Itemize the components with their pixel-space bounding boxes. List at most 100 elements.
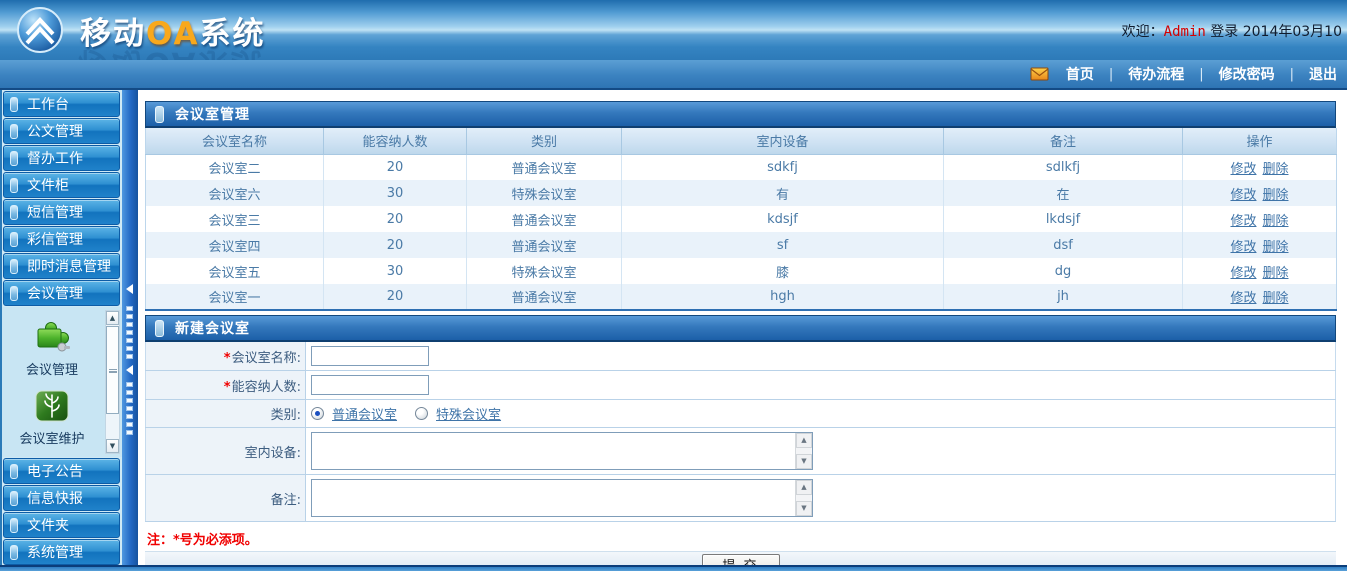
nav-change-password[interactable]: 修改密码 [1219, 64, 1275, 84]
sidebar-item-file-cabinet[interactable]: 文件柜 [3, 172, 120, 198]
cell-room-name: 会议室二 [146, 154, 324, 180]
top-nav: 首页 | 待办流程 | 修改密码 | 退出 [0, 60, 1347, 90]
cell-capacity: 20 [324, 232, 467, 258]
remark-textarea[interactable] [312, 480, 795, 516]
login-date: 2014年03月10 [1243, 24, 1342, 40]
col-equipment: 室内设备 [622, 128, 944, 154]
submenu-scrollbar[interactable]: ▲ ▼ [105, 310, 120, 454]
table-row: 会议室四 20 普通会议室 sf dsf 修改删除 [146, 232, 1337, 258]
sidebar-item-info-bulletin[interactable]: 信息快报 [3, 485, 120, 511]
submenu-item-room-maintenance[interactable]: 会议室维护 [2, 378, 102, 447]
sidebar-item-e-announcement[interactable]: 电子公告 [3, 458, 120, 484]
scroll-down-icon[interactable]: ▼ [796, 501, 812, 516]
sidebar-item-label: 公文管理 [27, 121, 83, 141]
delete-link[interactable]: 删除 [1263, 240, 1289, 255]
bullet-icon [10, 518, 18, 533]
new-room-form: *会议室名称: *能容纳人数: 类别: [145, 342, 1336, 522]
edit-link[interactable]: 修改 [1230, 240, 1256, 255]
cell-equipment: sdkfj [622, 154, 944, 180]
sidebar-submenu: 会议管理 [2, 307, 122, 457]
puzzle-icon [32, 338, 72, 357]
bullet-icon [10, 151, 18, 166]
nav-pending-flows[interactable]: 待办流程 [1128, 64, 1184, 84]
sidebar-item-workbench[interactable]: 工作台 [3, 91, 120, 117]
delete-link[interactable]: 删除 [1263, 214, 1289, 229]
sidebar-item-document-mgmt[interactable]: 公文管理 [3, 118, 120, 144]
bullet-icon [10, 205, 18, 220]
edit-link[interactable]: 修改 [1230, 266, 1256, 281]
cell-category: 普通会议室 [467, 154, 622, 180]
cell-remark: dg [944, 258, 1183, 284]
room-list-panel-header: 会议室管理 [145, 101, 1336, 128]
page-header: 移动OA系统 移动OA系统 欢迎：Admin 登录 2014年03月10 首页 [0, 0, 1347, 90]
sidebar-item-supervision[interactable]: 督办工作 [3, 145, 120, 171]
room-name-input[interactable] [311, 346, 429, 366]
china-mobile-logo-icon [16, 6, 64, 54]
sidebar-item-label: 即时消息管理 [27, 256, 111, 276]
cell-equipment: hgh [622, 284, 944, 310]
scrollbar-grip [109, 369, 117, 373]
radio-special-room[interactable] [415, 407, 428, 420]
panel-bullet-icon [155, 106, 164, 123]
scroll-up-icon[interactable]: ▲ [106, 311, 119, 325]
col-capacity: 能容纳人数 [324, 128, 467, 154]
category-label: 类别: [146, 400, 306, 428]
splitter-grip [126, 306, 133, 359]
cell-capacity: 20 [324, 206, 467, 232]
delete-link[interactable]: 删除 [1263, 266, 1289, 281]
radio-special-room-label[interactable]: 特殊会议室 [436, 404, 501, 423]
cell-room-name: 会议室三 [146, 206, 324, 232]
col-room-name: 会议室名称 [146, 128, 324, 154]
textarea-scrollbar[interactable]: ▲ ▼ [795, 433, 812, 469]
edit-link[interactable]: 修改 [1230, 291, 1256, 306]
sidebar-item-label: 会议管理 [27, 283, 83, 303]
collapse-arrow-icon[interactable] [126, 365, 133, 375]
delete-link[interactable]: 删除 [1263, 188, 1289, 203]
submenu-item-meeting-mgmt[interactable]: 会议管理 [2, 307, 102, 378]
room-name-label: *会议室名称: [146, 342, 306, 371]
collapse-arrow-icon[interactable] [126, 284, 133, 294]
sidebar-item-system-mgmt[interactable]: 系统管理 [3, 539, 120, 565]
sidebar-item-mms-mgmt[interactable]: 彩信管理 [3, 226, 120, 252]
sidebar-item-im-mgmt[interactable]: 即时消息管理 [3, 253, 120, 279]
sidebar-item-folder[interactable]: 文件夹 [3, 512, 120, 538]
nav-separator: | [1199, 67, 1203, 82]
splitter-grip [126, 382, 133, 435]
equipment-textarea[interactable] [312, 433, 795, 469]
cell-room-name: 会议室一 [146, 284, 324, 310]
delete-link[interactable]: 删除 [1263, 291, 1289, 306]
submenu-item-label: 会议室维护 [2, 428, 102, 447]
edit-link[interactable]: 修改 [1230, 214, 1256, 229]
panel-title: 会议室管理 [175, 104, 250, 124]
cell-equipment: 有 [622, 180, 944, 206]
welcome-prefix: 欢迎： [1122, 24, 1164, 40]
cell-remark: 在 [944, 180, 1183, 206]
capacity-input[interactable] [311, 375, 429, 395]
col-actions: 操作 [1183, 128, 1337, 154]
radio-normal-room[interactable] [311, 407, 324, 420]
nav-logout[interactable]: 退出 [1309, 64, 1337, 84]
sidebar-item-sms-mgmt[interactable]: 短信管理 [3, 199, 120, 225]
radio-normal-room-label[interactable]: 普通会议室 [332, 404, 397, 423]
sidebar-item-label: 督办工作 [27, 148, 83, 168]
textarea-scrollbar[interactable]: ▲ ▼ [795, 480, 812, 516]
cell-equipment: 膝 [622, 258, 944, 284]
scroll-down-icon[interactable]: ▼ [106, 439, 119, 453]
cell-category: 特殊会议室 [467, 180, 622, 206]
cell-room-name: 会议室四 [146, 232, 324, 258]
nav-separator: | [1290, 67, 1294, 82]
nav-home[interactable]: 首页 [1066, 64, 1094, 84]
cell-category: 特殊会议室 [467, 258, 622, 284]
scroll-down-icon[interactable]: ▼ [796, 454, 812, 469]
sidebar-splitter[interactable] [122, 90, 138, 565]
edit-link[interactable]: 修改 [1230, 162, 1256, 177]
sidebar-item-meeting-mgmt[interactable]: 会议管理 [3, 280, 120, 306]
bullet-icon [10, 259, 18, 274]
edit-link[interactable]: 修改 [1230, 188, 1256, 203]
bullet-icon [10, 178, 18, 193]
scroll-up-icon[interactable]: ▲ [796, 433, 812, 448]
scroll-up-icon[interactable]: ▲ [796, 480, 812, 495]
sidebar-item-label: 彩信管理 [27, 229, 83, 249]
delete-link[interactable]: 删除 [1263, 162, 1289, 177]
scrollbar-thumb[interactable] [106, 326, 119, 414]
